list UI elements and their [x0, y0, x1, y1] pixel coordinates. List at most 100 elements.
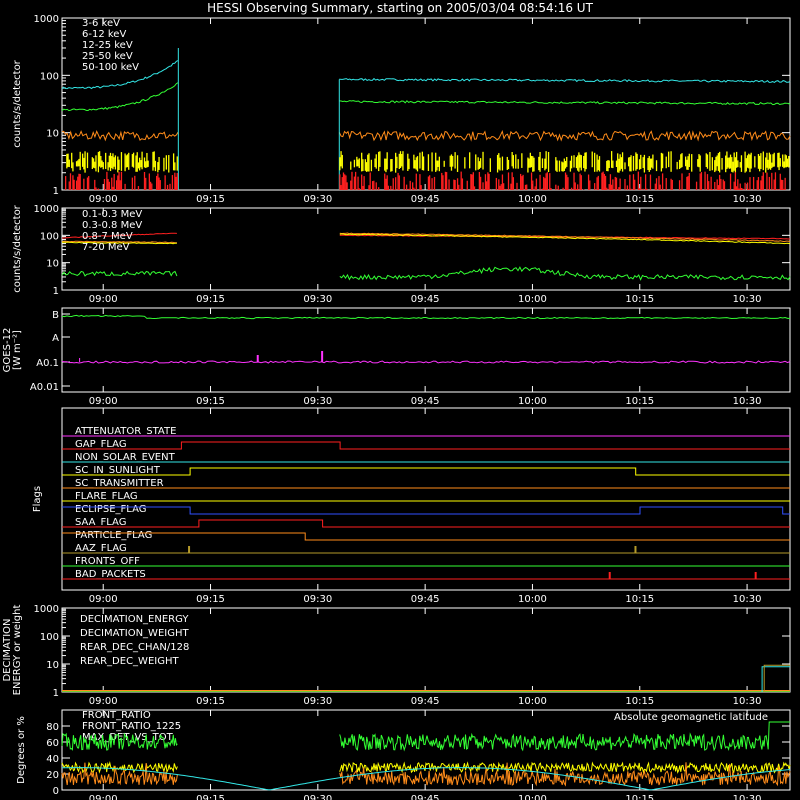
legend-entry: 0.1-0.3 MeV	[82, 209, 142, 220]
time-tick-label: 10:30	[733, 194, 762, 205]
time-tick-label: 10:15	[625, 396, 654, 407]
time-tick-label: 09:15	[196, 396, 225, 407]
legend-entry: FRONT_RATIO_1225	[82, 721, 181, 732]
series-line	[61, 761, 791, 774]
time-tick-label: 10:30	[733, 594, 762, 605]
panel-lc1: 09:00 09:15 09:30 09:45 10:00 10:15 10:30 1 10 10…	[12, 14, 791, 205]
legend-entry: 12-25 keV	[82, 40, 133, 51]
legend-entry: REAR_DEC_CHAN/128	[80, 642, 189, 653]
time-tick-label: 10:00	[518, 396, 547, 407]
flag-label: FRONTS_OFF	[75, 556, 140, 567]
flag-label: AAZ_FLAG	[75, 543, 127, 554]
y-tick-label: 1	[53, 186, 59, 197]
legend-entry: 0.3-0.8 MeV	[82, 220, 142, 231]
y-axis-label: counts/s/detector	[12, 59, 23, 147]
flag-line	[62, 532, 790, 541]
flag-label: BAD_PACKETS	[75, 569, 146, 580]
legend-entry: 0.8-7 MeV	[82, 231, 133, 242]
y-tick-label: 100	[40, 71, 59, 82]
panel-frame	[61, 307, 791, 393]
time-tick-label: 10:15	[625, 594, 654, 605]
time-tick-label: 10:00	[518, 194, 547, 205]
legend-entry: 25-50 keV	[82, 51, 133, 62]
time-tick-label: 09:15	[196, 696, 225, 707]
time-tick-label: 10:15	[625, 294, 654, 305]
y-tick-label: 60	[46, 738, 59, 749]
time-tick-label: 10:15	[625, 696, 654, 707]
y-tick-label: 1000	[34, 14, 59, 25]
time-tick-label: 10:00	[518, 294, 547, 305]
y-tick-label: A0.1	[36, 358, 59, 369]
time-tick-label: 09:45	[411, 396, 440, 407]
time-tick-label: 09:30	[303, 396, 332, 407]
time-tick-label: 09:15	[196, 794, 225, 800]
time-tick-label: 09:00	[89, 396, 118, 407]
chart-title: HESSI Observing Summary, starting on 200…	[207, 1, 593, 15]
y-tick-label: 1	[53, 688, 59, 699]
panel-flags: 09:00 09:15 09:30 09:45 10:00 10:15 10:30 Flags…	[32, 407, 791, 605]
y-tick-label: 1000	[34, 204, 59, 215]
legend-entry: 7-20 MeV	[82, 242, 130, 253]
flag-label: SAA_FLAG	[75, 517, 126, 528]
time-tick-label: 10:00	[518, 594, 547, 605]
y-tick-label: 0	[53, 786, 59, 797]
flag-label: PARTICLE_FLAG	[75, 530, 152, 541]
time-tick-label: 09:30	[303, 294, 332, 305]
time-tick-label: 09:45	[411, 794, 440, 800]
flag-label: SC_TRANSMITTER	[75, 478, 164, 489]
time-tick-label: 09:00	[89, 696, 118, 707]
y-tick-label: B	[52, 310, 59, 321]
series-line	[61, 60, 791, 90]
time-tick-label: 09:30	[303, 194, 332, 205]
y-tick-label: A	[52, 333, 59, 344]
time-tick-label: 09:45	[411, 696, 440, 707]
y-tick-label: 1000	[34, 604, 59, 615]
time-tick-label: 10:30	[733, 294, 762, 305]
y-axis-label-2: ENERGY or weight	[12, 605, 23, 696]
chart-annotation: Absolute geomagnetic latitude	[614, 712, 768, 723]
series-line	[61, 360, 791, 364]
legend-entry: 3-6 keV	[82, 18, 120, 29]
series-line	[763, 664, 790, 692]
panel-ratio: 09:00 09:15 09:30 09:45 10:00 10:15 10:30 0 20 40…	[16, 709, 791, 800]
time-tick-label: 10:30	[733, 794, 762, 800]
legend-entry: REAR_DEC_WEIGHT	[80, 656, 179, 667]
time-tick-label: 09:15	[196, 294, 225, 305]
time-tick-label: 10:30	[733, 696, 762, 707]
observing-summary-figure: HESSI Observing Summary, starting on 200…	[2, 1, 791, 800]
flag-label: FLARE_FLAG	[75, 491, 138, 502]
y-tick-label: 20	[46, 770, 59, 781]
series-line	[61, 314, 790, 320]
time-tick-label: 10:00	[518, 696, 547, 707]
time-tick-label: 09:45	[411, 194, 440, 205]
y-tick-label: 100	[40, 632, 59, 643]
flag-line	[62, 519, 790, 528]
flag-line	[62, 441, 790, 450]
y-tick-label: 1	[53, 286, 59, 297]
legend-entry: DECIMATION_ENERGY	[80, 614, 189, 625]
time-tick-label: 09:00	[89, 294, 118, 305]
legend-entry: FRONT_RATIO	[82, 710, 151, 721]
flag-line	[62, 506, 790, 515]
y-tick-label: 80	[46, 722, 59, 733]
time-tick-label: 09:30	[303, 594, 332, 605]
y-axis-label: Degrees or %	[16, 716, 27, 784]
time-tick-label: 09:45	[411, 594, 440, 605]
flag-label: ECLIPSE_FLAG	[75, 504, 146, 515]
y-tick-label: 100	[40, 231, 59, 242]
time-tick-label: 09:00	[89, 194, 118, 205]
time-tick-label: 09:15	[196, 194, 225, 205]
time-tick-label: 10:15	[625, 194, 654, 205]
flag-line	[62, 467, 790, 476]
flag-label: NON_SOLAR_EVENT	[75, 452, 176, 463]
legend-entry: 6-12 keV	[82, 29, 126, 40]
flag-label: SC_IN_SUNLIGHT	[75, 465, 161, 476]
time-tick-label: 09:45	[411, 294, 440, 305]
series-line	[61, 266, 791, 281]
time-tick-label: 09:00	[89, 594, 118, 605]
series-line	[761, 666, 790, 692]
time-tick-label: 09:00	[89, 794, 118, 800]
y-axis-unit: [W m⁻²]	[12, 330, 23, 370]
y-tick-label: 40	[46, 754, 59, 765]
y-axis-label: Flags	[32, 486, 43, 512]
